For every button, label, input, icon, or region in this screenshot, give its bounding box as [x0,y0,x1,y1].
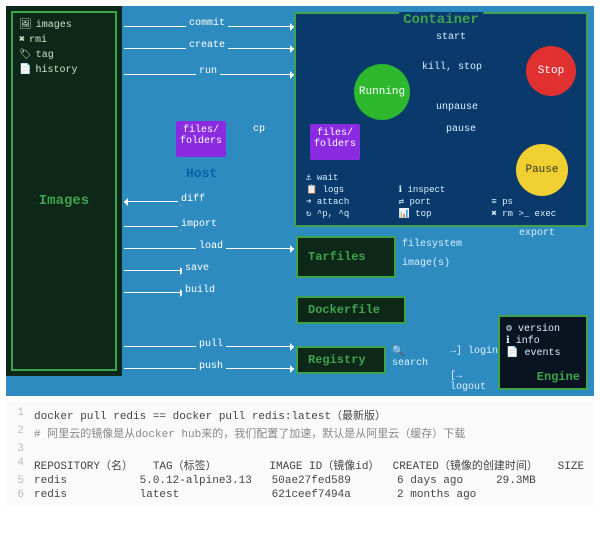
container-files-folders: files/ folders [310,124,360,160]
label-killstop: kill, stop [422,62,482,73]
label-import: import [178,219,220,230]
container-cmd: 📋 logs [306,185,395,195]
images-panel: 🖼images ✖rmi 🏷tag 📄history Images [6,6,122,376]
tarfiles-filesystem: filesystem [402,239,462,250]
host-files-folders: files/ folders [176,121,226,157]
engine-item: 📄 events [506,347,580,359]
container-title: Container [399,12,483,28]
code-line: 2# 阿里云的镜像是从docker hub来的，我们配置了加速，默认是从阿里云（… [6,424,594,442]
images-title: Images [13,193,115,209]
label-push: push [196,361,226,372]
engine-item: ℹ info [506,335,580,347]
code-line: 1docker pull redis == docker pull redis:… [6,406,594,424]
code-line: 6redis latest 621ceef7494a 2 months ago [6,488,594,502]
rmi-icon: ✖ [19,34,25,46]
label-load: load [196,241,226,252]
label-commit: commit [186,18,228,29]
state-running: Running [354,64,410,120]
code-block: 1docker pull redis == docker pull redis:… [6,402,594,506]
images-cmd-history: 📄history [19,64,109,76]
container-cmd: ℹ inspect [399,185,488,195]
tarfiles-box: Tarfiles [296,236,396,278]
docker-diagram: 🖼images ✖rmi 🏷tag 📄history Images commit cr… [6,6,594,396]
label-start: start [436,32,466,43]
container-cmd [491,185,580,195]
container-panel: Container Running Stop Pause files/ fold… [294,12,588,227]
registry-cmd: [→ logout [450,371,502,393]
code-line: 4REPOSITORY（名） TAG（标签） IMAGE ID（镜像id） CR… [6,456,594,474]
container-cmd [491,173,580,183]
container-cmd [399,173,488,183]
tag-icon: 🏷 [19,49,32,61]
label-pull: pull [196,339,226,350]
registry-cmd: →] login [450,346,502,369]
label-run: run [196,66,220,77]
registry-cmd [392,371,444,393]
arrow-build [124,292,184,293]
engine-panel: ⚙ versionℹ info📄 events Engine [498,315,588,390]
images-cmd-tag: 🏷tag [19,49,109,61]
engine-title: Engine [537,370,580,384]
container-cmd: 📊 top [399,209,488,219]
tarfiles-images: image(s) [402,258,450,269]
label-build: build [182,285,218,296]
registry-commands: 🔍 search →] login[→ logout [392,346,502,393]
container-cmd: ⚓ wait [306,173,395,183]
history-icon: 📄 [19,64,31,76]
registry-cmd: 🔍 search [392,346,444,369]
code-line: 5redis 5.0.12-alpine3.13 50ae27fed589 6 … [6,474,594,488]
label-export: export [516,228,558,239]
engine-item: ⚙ version [506,323,580,335]
container-cmd: ➜ attach [306,197,395,207]
label-create: create [186,40,228,51]
arrow-save [124,270,184,271]
label-cp: cp [250,124,268,135]
code-line: 3 [6,442,594,456]
arrow-diff [124,201,184,202]
container-cmd: ⇄ port [399,197,488,207]
images-icon: 🖼 [19,19,32,31]
registry-box: Registry [296,346,386,374]
state-stop: Stop [526,46,576,96]
container-cmd: ↻ ^p, ^q [306,209,395,219]
images-cmd-images: 🖼images [19,19,109,31]
container-commands: ⚓ wait 📋 logs ℹ inspect ➜ attach ⇄ port≡ ps ↻… [306,173,580,219]
dockerfile-box: Dockerfile [296,296,406,324]
arrow-import [124,226,184,227]
images-cmd-rmi: ✖rmi [19,34,109,46]
label-diff: diff [178,194,208,205]
label-save: save [182,263,212,274]
label-unpause: unpause [436,102,478,113]
container-cmd: ✖ rm >_ exec [491,209,580,219]
container-cmd: ≡ ps [491,197,580,207]
label-pause: pause [446,124,476,135]
host-label: Host [186,166,217,181]
